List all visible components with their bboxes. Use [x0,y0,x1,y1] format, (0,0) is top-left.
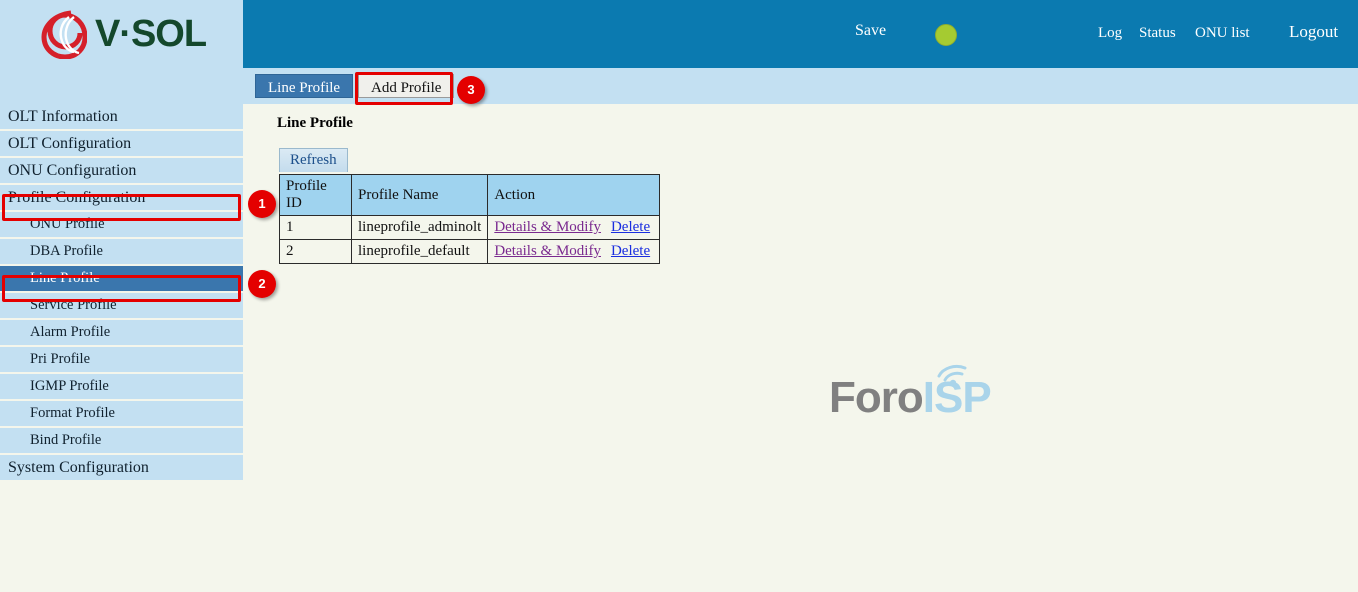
sidebar-item-system-configuration[interactable]: System Configuration [0,455,243,480]
sidebar-item-pri-profile[interactable]: Pri Profile [0,347,243,372]
cell-action: Details & Modify Delete [488,240,660,264]
table-header-row: Profile ID Profile Name Action [280,175,660,216]
sidebar-nav: OLT Information OLT Configuration ONU Co… [0,104,243,482]
column-header-action: Action [488,175,660,216]
sidebar-item-bind-profile[interactable]: Bind Profile [0,428,243,453]
header-toolbar: Save Log Status ONU list Logout [243,0,1358,68]
brand-logo: V·SOL [0,0,243,68]
cell-profile-id: 2 [280,240,352,264]
page-title: Line Profile [277,115,353,132]
sidebar-item-profile-configuration[interactable]: Profile Configuration [0,185,243,210]
tab-bar: Line Profile Add Profile [0,68,1358,104]
delete-link[interactable]: Delete [611,243,650,259]
logout-link[interactable]: Logout [1289,22,1338,42]
sidebar-item-olt-information[interactable]: OLT Information [0,104,243,129]
status-link[interactable]: Status [1139,25,1176,42]
sidebar-item-dba-profile[interactable]: DBA Profile [0,239,243,264]
save-link[interactable]: Save [855,22,886,40]
watermark-text-foro: Foro [829,373,923,422]
sidebar-item-onu-configuration[interactable]: ONU Configuration [0,158,243,183]
foroisp-watermark: ForoISP [829,362,1029,424]
app-header: V·SOL Save Log Status ONU list Logout [0,0,1358,68]
status-led-icon [935,24,957,46]
table-row: 1 lineprofile_adminolt Details & ModifyD… [280,216,660,240]
sidebar-item-onu-profile[interactable]: ONU Profile [0,212,243,237]
watermark-text-isp: ISP [923,373,991,422]
main-content: Line Profile Refresh Profile ID Profile … [243,104,1358,592]
onu-list-link[interactable]: ONU list [1195,25,1250,42]
line-profile-table: Profile ID Profile Name Action 1 linepro… [279,174,660,264]
cell-profile-id: 1 [280,216,352,240]
vsol-flame-logo-icon [41,9,87,59]
cell-action: Details & Modify Delete [488,216,660,240]
sidebar-item-line-profile[interactable]: Line Profile [0,266,243,291]
sidebar-item-igmp-profile[interactable]: IGMP Profile [0,374,243,399]
tab-line-profile[interactable]: Line Profile [255,74,353,98]
column-header-profile-id: Profile ID [280,175,352,216]
details-and-modify-link[interactable]: Details & Modify [494,243,601,259]
sidebar-item-olt-configuration[interactable]: OLT Configuration [0,131,243,156]
tab-bar-left-spacer [0,68,243,104]
refresh-button[interactable]: Refresh [279,148,348,172]
cell-profile-name: lineprofile_default [352,240,488,264]
delete-link[interactable]: Delete [611,219,650,235]
wifi-tower-icon [925,358,985,392]
sidebar-item-format-profile[interactable]: Format Profile [0,401,243,426]
log-link[interactable]: Log [1098,25,1122,42]
table-row: 2 lineprofile_default Details & ModifyDe… [280,240,660,264]
tab-add-profile[interactable]: Add Profile [358,74,454,98]
cell-profile-name: lineprofile_adminolt [352,216,488,240]
column-header-profile-name: Profile Name [352,175,488,216]
sidebar-item-alarm-profile[interactable]: Alarm Profile [0,320,243,345]
sidebar-item-service-profile[interactable]: Service Profile [0,293,243,318]
details-and-modify-link[interactable]: Details & Modify [494,219,601,235]
brand-name: V·SOL [95,15,206,53]
